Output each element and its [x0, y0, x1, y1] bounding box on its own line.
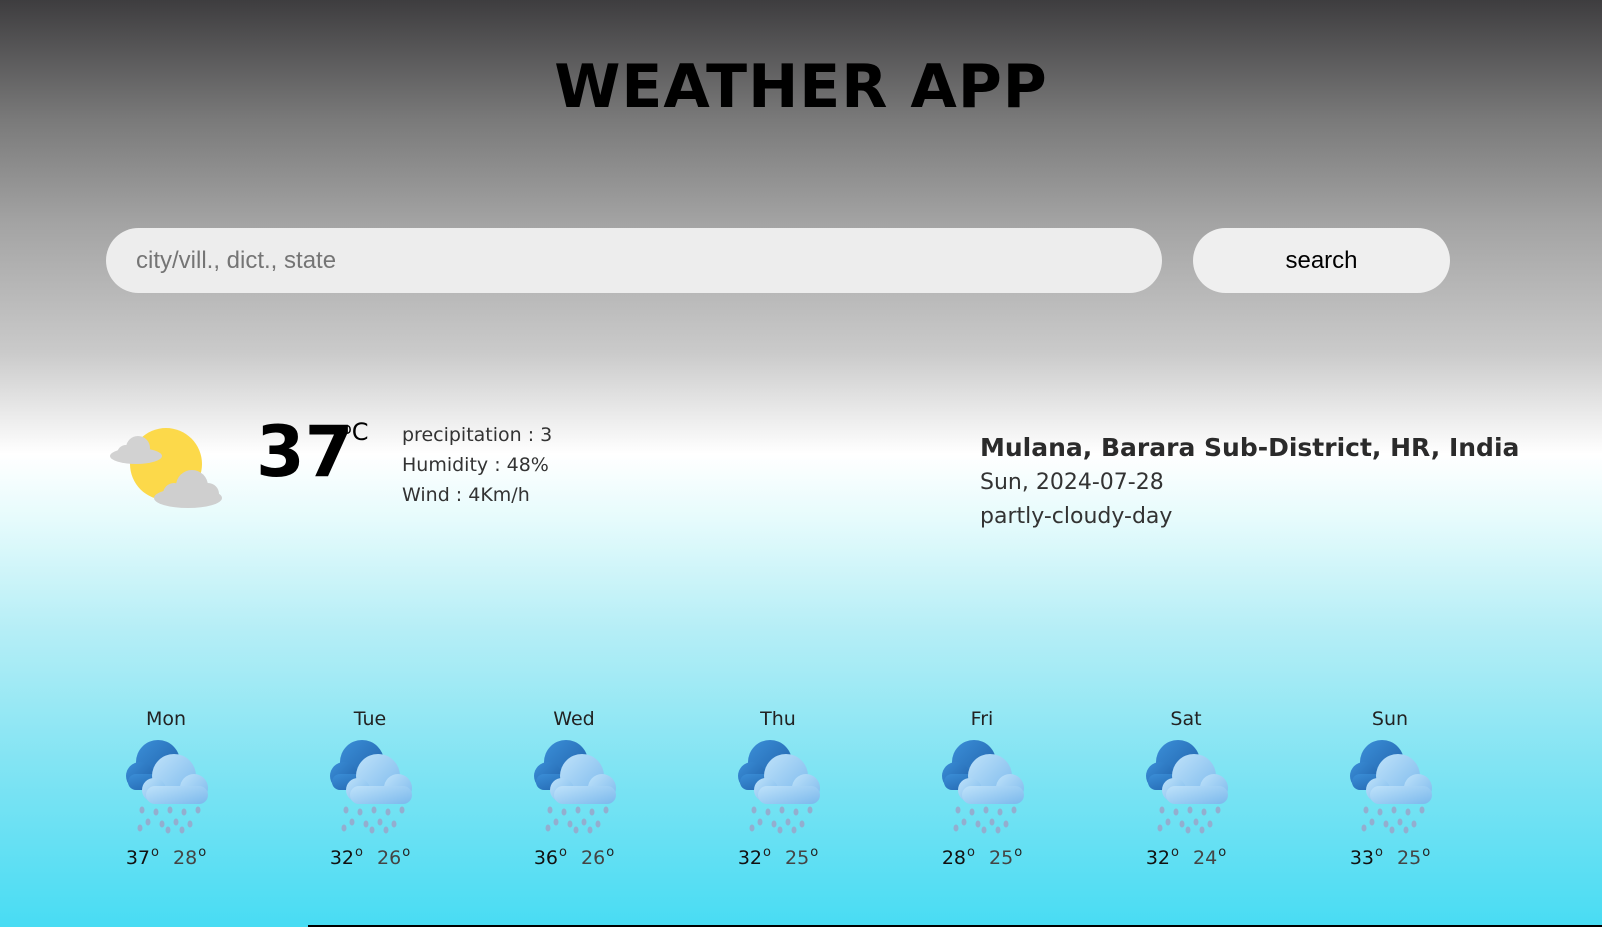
forecast-day: Mon 37o 28o	[96, 706, 236, 871]
partly-cloudy-day-icon	[110, 428, 222, 508]
degree-symbol: o	[1171, 845, 1179, 860]
degree-symbol: o	[1014, 845, 1023, 860]
forecast-day: Thu 32o 25o	[708, 706, 848, 871]
wind-text: Wind : 4Km/h	[402, 484, 530, 506]
forecast-temps: 32o 25o	[708, 840, 848, 871]
forecast-day-name: Thu	[760, 708, 796, 730]
forecast-day: Sun 33o 25o	[1320, 706, 1460, 871]
unit-letter: C	[351, 418, 369, 446]
forecast-day-name: Wed	[553, 708, 595, 730]
degree-symbol: o	[967, 845, 975, 860]
location-block: Mulana, Barara Sub-District, HR, India S…	[980, 430, 1519, 534]
forecast-min: 26	[377, 847, 402, 869]
degree-symbol: o	[810, 845, 819, 860]
unit-degree: o	[342, 419, 352, 438]
rain-cloud-icon	[534, 740, 616, 834]
forecast-day-name: Fri	[970, 708, 994, 730]
forecast-temps: 37o 28o	[96, 840, 236, 871]
rain-cloud-icon	[126, 740, 208, 834]
rain-cloud-icon	[738, 740, 820, 834]
forecast-day: Sat 32o 24o	[1116, 706, 1256, 871]
temperature-unit: oC	[342, 418, 369, 446]
forecast-max: 32	[329, 847, 355, 869]
forecast-day-name: Tue	[353, 708, 387, 730]
forecast-temps: 32o 24o	[1116, 840, 1256, 871]
degree-symbol: o	[763, 845, 771, 860]
rain-cloud-icon	[1146, 740, 1228, 834]
forecast-min: 25	[785, 847, 810, 869]
current-temperature: 37	[256, 411, 354, 493]
forecast-min: 24	[1193, 847, 1218, 869]
forecast-day: Fri 28o 25o	[912, 706, 1052, 871]
forecast-day: Wed 36o 26o	[504, 706, 644, 871]
degree-symbol: o	[559, 845, 567, 860]
degree-symbol: o	[198, 845, 207, 860]
current-date: Sun, 2024-07-28	[980, 470, 1164, 495]
forecast-temps: 28o 25o	[912, 840, 1052, 871]
rain-cloud-icon	[330, 740, 412, 834]
degree-symbol: o	[151, 845, 159, 860]
forecast-min: 26	[581, 847, 606, 869]
location-name: Mulana, Barara Sub-District, HR, India	[980, 433, 1520, 462]
degree-symbol: o	[1218, 845, 1227, 860]
forecast-min: 25	[1397, 847, 1422, 869]
current-condition: partly-cloudy-day	[980, 504, 1173, 529]
forecast-max: 32	[737, 847, 763, 869]
degree-symbol: o	[1375, 845, 1383, 860]
forecast-max: 33	[1349, 847, 1375, 869]
degree-symbol: o	[355, 845, 363, 860]
forecast-max: 37	[125, 847, 151, 869]
forecast-max: 32	[1145, 847, 1171, 869]
humidity-text: Humidity : 48%	[402, 454, 549, 476]
weather-details: precipitation : 3 Humidity : 48% Wind : …	[402, 420, 552, 510]
search-button[interactable]: search	[1193, 228, 1450, 293]
forecast-temps: 36o 26o	[504, 840, 644, 871]
forecast-min: 28	[173, 847, 198, 869]
degree-symbol: o	[402, 845, 411, 860]
forecast-day-name: Sun	[1371, 708, 1409, 730]
rain-cloud-icon	[1350, 740, 1432, 834]
forecast-temps: 32o 26o	[300, 840, 440, 871]
forecast-temps: 33o 25o	[1320, 840, 1460, 871]
app-title: WEATHER APP	[554, 52, 1048, 122]
precipitation-text: precipitation : 3	[402, 424, 553, 446]
forecast-day: Tue 32o 26o	[300, 706, 440, 871]
search-input[interactable]	[106, 228, 1162, 293]
forecast-day-name: Sat	[1170, 708, 1202, 730]
degree-symbol: o	[606, 845, 615, 860]
forecast-max: 36	[533, 847, 559, 869]
forecast-day-name: Mon	[145, 708, 187, 730]
forecast-min: 25	[989, 847, 1014, 869]
rain-cloud-icon	[942, 740, 1024, 834]
forecast-max: 28	[941, 847, 967, 869]
degree-symbol: o	[1422, 845, 1431, 860]
